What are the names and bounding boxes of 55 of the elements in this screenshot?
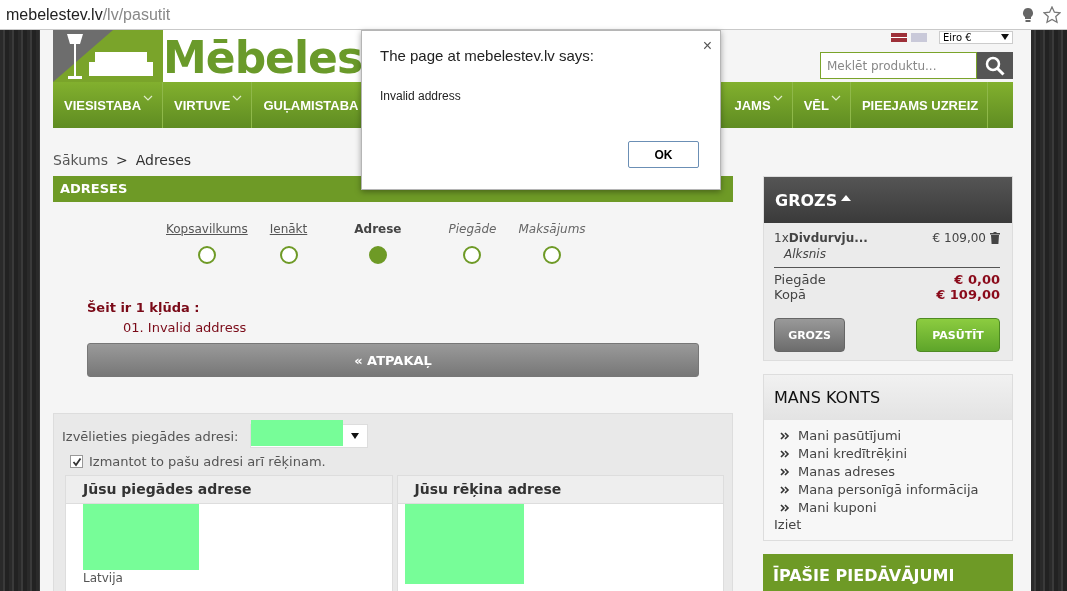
chevrons-icon	[780, 431, 790, 440]
cart-title: GROZS	[775, 190, 838, 210]
account-link[interactable]: Mana personīgā informācija	[798, 482, 979, 497]
account-link[interactable]: Manas adreses	[798, 464, 896, 479]
shipping-label: Piegāde	[774, 272, 827, 287]
url-text: mebelestev.lv/lv/pasutit	[6, 5, 172, 24]
step-label[interactable]: Ienākt	[269, 222, 308, 236]
account-title: MANS KONTS	[764, 375, 1012, 420]
lightbulb-icon[interactable]	[1021, 6, 1035, 23]
checkbox[interactable]	[70, 455, 83, 468]
flag-icon[interactable]	[891, 32, 907, 42]
total-label: Kopā	[774, 287, 808, 302]
cart-button[interactable]: GROZS	[774, 318, 845, 352]
caret-up-icon[interactable]	[841, 195, 852, 201]
cart-item-name[interactable]: 1xDivdurvju...	[774, 231, 933, 245]
dialog-title: The page at mebelestev.lv says:	[380, 47, 594, 64]
step-label[interactable]: Kopsavilkums	[166, 222, 248, 236]
back-button[interactable]: « ATPAKAĻ	[87, 343, 699, 377]
chevrons-icon	[780, 485, 790, 494]
step-label: Adrese	[354, 222, 402, 236]
specials-title: ĪPAŠIE PIEDĀVĀJUMI	[763, 554, 1013, 591]
chevrons-icon	[780, 503, 790, 512]
error-title: Šeit ir 1 kļūda :	[87, 300, 201, 315]
ok-button[interactable]: OK	[628, 141, 699, 168]
breadcrumb-link[interactable]: Sākums	[53, 152, 108, 176]
address-bar[interactable]: mebelestev.lv/lv/pasutit	[0, 0, 1067, 30]
star-icon[interactable]	[1043, 5, 1061, 24]
card-title: Jūsu rēķina adrese	[397, 476, 723, 504]
select-label: Izvēlieties piegādes adresi:	[62, 428, 239, 444]
dropdown-arrow-icon[interactable]	[1001, 34, 1009, 40]
account-link[interactable]: Mani pasūtījumi	[798, 428, 902, 443]
step-label: Maksājums	[518, 222, 586, 236]
close-button[interactable]: ×	[702, 37, 712, 55]
account-link[interactable]: Mani kuponi	[798, 500, 877, 515]
breadcrumb-separator: >	[115, 152, 128, 170]
item-variant: Alksnis	[774, 245, 1000, 268]
error-message: 01. Invalid address	[123, 320, 248, 335]
checkbox-label: Izmantot to pašu adresi arī rēķinam.	[89, 454, 326, 469]
breadcrumb-current: Adreses	[135, 152, 192, 170]
trash-icon[interactable]	[990, 232, 1000, 244]
shipping-value: € 0,00	[953, 272, 1000, 287]
country-text: Latvija	[83, 571, 123, 585]
chevrons-icon	[780, 449, 790, 458]
chevrons-icon	[780, 467, 790, 476]
search-field[interactable]: Meklēt produktu...	[820, 52, 977, 79]
dialog-message: Invalid address	[380, 89, 461, 103]
step-label: Piegāde	[448, 222, 497, 236]
logout-link[interactable]: Iziet	[774, 518, 1002, 532]
card-title: Jūsu piegādes adrese	[66, 476, 392, 504]
search-button[interactable]	[977, 52, 1013, 79]
currency-select[interactable]: Eiro €	[939, 30, 1013, 44]
total-value: € 109,00	[936, 287, 1000, 302]
dropdown-arrow-icon[interactable]	[351, 433, 360, 439]
item-price: € 109,00	[932, 231, 986, 245]
account-link[interactable]: Mani kredītrēķini	[798, 446, 908, 461]
